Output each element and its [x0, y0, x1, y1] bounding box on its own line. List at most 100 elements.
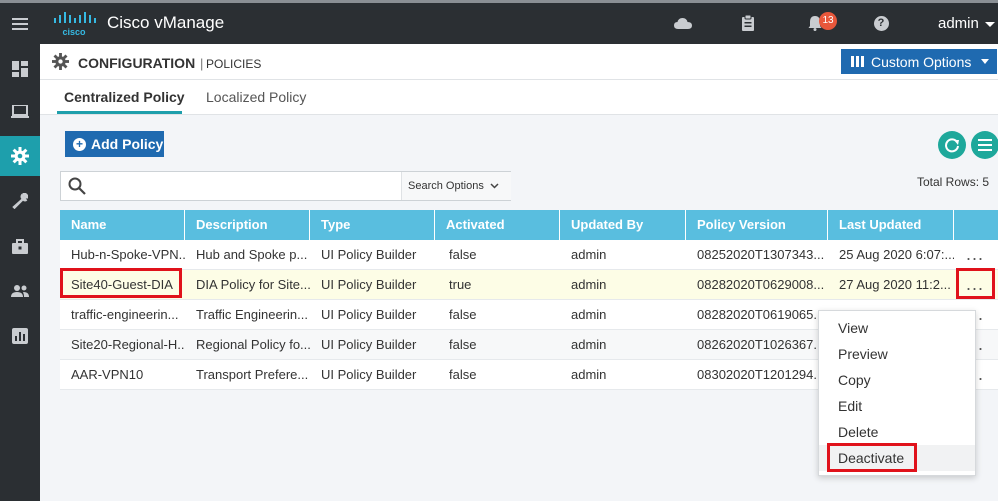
table-menu-button[interactable] — [971, 131, 998, 159]
chevron-down-icon — [981, 59, 990, 64]
refresh-icon — [945, 138, 959, 153]
dashboard-icon — [12, 61, 28, 77]
cisco-logo: cisco — [52, 10, 96, 38]
column-header-description[interactable]: Description — [185, 210, 310, 240]
cloud-icon[interactable] — [673, 13, 693, 33]
highlight-actions-button — [956, 268, 995, 299]
cell-type: UI Policy Builder — [321, 277, 417, 292]
cell-description: DIA Policy for Site... — [196, 277, 310, 292]
cell-updated-by: admin — [571, 277, 607, 292]
custom-options-button[interactable]: Custom Options — [841, 49, 997, 74]
highlight-deactivate — [827, 443, 917, 472]
column-header-type[interactable]: Type — [310, 210, 435, 240]
cell-type: UI Policy Builder — [321, 307, 417, 322]
menu-item-delete[interactable]: Delete — [819, 419, 975, 445]
cell-description: Traffic Engineerin... — [196, 307, 308, 322]
cell-activated: false — [449, 367, 477, 382]
menu-item-preview[interactable]: Preview — [819, 341, 975, 367]
active-tab-indicator — [57, 111, 182, 114]
chevron-down-icon[interactable] — [985, 22, 995, 27]
wrench-icon — [12, 193, 28, 209]
column-header-last-updated[interactable]: Last Updated — [828, 210, 954, 240]
policy-tabs: Centralized Policy Localized Policy — [40, 80, 998, 115]
cell-name: traffic-engineerin... — [71, 307, 179, 322]
add-policy-button[interactable]: + Add Policy — [65, 131, 164, 157]
sidebar-item-administration[interactable] — [0, 271, 40, 311]
sidebar-item-analytics[interactable] — [0, 316, 40, 356]
page-title: CONFIGURATION — [78, 55, 196, 71]
table-row[interactable]: Hub-n-Spoke-VPN... Hub and Spoke p... UI… — [60, 240, 998, 270]
cell-updated-by: admin — [571, 307, 607, 322]
cell-description: Transport Prefere... — [196, 367, 309, 382]
sidebar-item-maintenance[interactable] — [0, 226, 40, 266]
search-options-dropdown[interactable]: Search Options — [401, 172, 511, 200]
sidebar-item-configuration[interactable] — [0, 136, 40, 176]
bar-chart-icon — [12, 328, 28, 344]
sidebar-item-monitor[interactable] — [0, 92, 40, 132]
menu-item-edit[interactable]: Edit — [819, 393, 975, 419]
table-header: Name Description Type Activated Updated … — [60, 210, 998, 240]
column-header-updated-by[interactable]: Updated By — [560, 210, 686, 240]
cell-activated: false — [449, 247, 477, 262]
clipboard-icon[interactable] — [738, 13, 758, 33]
cell-name: Hub-n-Spoke-VPN... — [71, 247, 185, 262]
title-separator: | — [200, 56, 204, 71]
plus-icon: + — [73, 137, 86, 151]
notification-count-badge: 13 — [819, 12, 837, 30]
laptop-icon — [11, 105, 29, 118]
column-header-policy-version[interactable]: Policy Version — [686, 210, 828, 240]
cell-activated: false — [449, 307, 477, 322]
cell-description: Hub and Spoke p... — [196, 247, 308, 262]
menu-item-copy[interactable]: Copy — [819, 367, 975, 393]
highlight-policy-name — [60, 268, 182, 298]
cisco-logo-text: cisco — [62, 27, 86, 37]
column-header-actions — [954, 210, 998, 240]
cell-type: UI Policy Builder — [321, 367, 417, 382]
search-icon — [68, 177, 86, 200]
columns-icon — [851, 54, 864, 70]
sidebar-item-tools[interactable] — [0, 181, 40, 221]
cell-policy-version: 08282020T0629008... — [697, 277, 825, 292]
cell-updated-by: admin — [571, 367, 607, 382]
column-header-activated[interactable]: Activated — [435, 210, 560, 240]
tab-localized-policy[interactable]: Localized Policy — [206, 89, 306, 105]
total-rows-count: Total Rows: 5 — [917, 175, 990, 189]
menu-item-view[interactable]: View — [819, 315, 975, 341]
page-subtitle: POLICIES — [206, 57, 262, 71]
cell-description: Regional Policy fo... — [196, 337, 310, 352]
search-options-label: Search Options — [408, 180, 484, 192]
refresh-button[interactable] — [938, 131, 966, 159]
row-actions-button[interactable]: ... — [966, 245, 984, 263]
top-bar: cisco Cisco vManage 13 ? admin — [0, 0, 998, 44]
sidebar-item-dashboard[interactable] — [0, 49, 40, 89]
cell-policy-version: 08252020T1307343... — [697, 247, 825, 262]
hamburger-menu-icon[interactable] — [0, 3, 40, 44]
custom-options-label: Custom Options — [871, 53, 972, 70]
app-title: Cisco vManage — [107, 13, 225, 32]
toolbox-icon — [12, 238, 28, 254]
cell-last-updated: 25 Aug 2020 6:07:... — [839, 247, 954, 262]
add-policy-label: Add Policy — [91, 136, 164, 152]
cell-updated-by: admin — [571, 247, 607, 262]
cell-policy-version: 08302020T1201294... — [697, 367, 825, 382]
table-row[interactable]: Site40-Guest-DIA DIA Policy for Site... … — [60, 270, 998, 300]
help-icon[interactable]: ? — [871, 13, 891, 33]
cell-name: AAR-VPN10 — [71, 367, 144, 382]
cell-activated: true — [449, 277, 472, 292]
tab-centralized-policy[interactable]: Centralized Policy — [64, 89, 185, 105]
cell-policy-version: 08262020T1026367... — [697, 337, 825, 352]
page-header: CONFIGURATION | POLICIES Custom Options — [40, 44, 998, 80]
user-menu[interactable]: admin — [938, 15, 979, 32]
search-input[interactable] — [93, 176, 393, 196]
cell-updated-by: admin — [571, 337, 607, 352]
left-sidebar — [0, 44, 40, 501]
chevron-down-icon — [490, 180, 499, 192]
list-icon — [978, 139, 992, 151]
gear-icon — [11, 147, 29, 165]
column-header-name[interactable]: Name — [60, 210, 185, 240]
cell-policy-version: 08282020T0619065... — [697, 307, 825, 322]
cell-activated: false — [449, 337, 477, 352]
gear-icon — [52, 53, 69, 75]
cell-name: Site20-Regional-H... — [71, 337, 185, 352]
cell-type: UI Policy Builder — [321, 247, 417, 262]
